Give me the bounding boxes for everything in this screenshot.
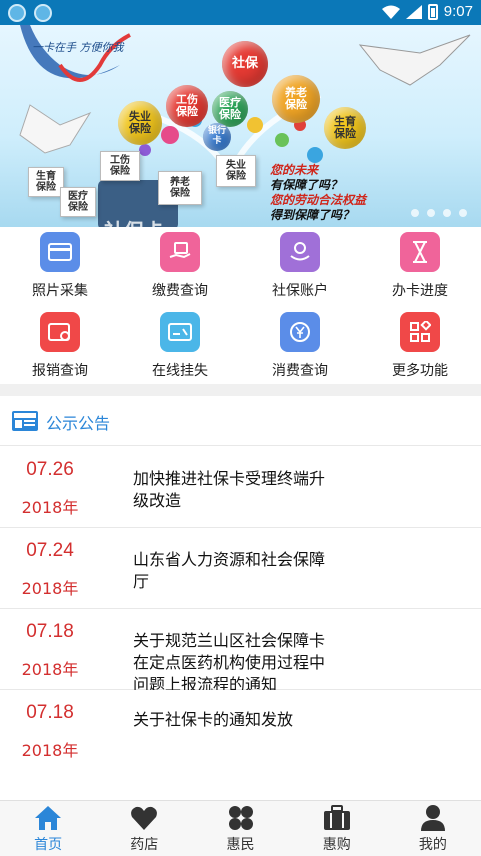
function-grid: 照片采集 缴费查询 社保账户 办卡进度 报销查询 在线挂失 消费查询 更多功能	[0, 227, 481, 384]
signal-icon	[405, 4, 422, 19]
clover-icon	[228, 806, 253, 830]
grid-item-more-functions[interactable]: 更多功能	[360, 307, 480, 385]
banner-card: 养老 保险	[158, 171, 202, 205]
news-date: 07.26	[26, 459, 74, 480]
banner-card: 工伤 保险	[100, 151, 140, 181]
home-icon	[35, 806, 62, 830]
more-grid-icon	[400, 312, 440, 352]
slogan-line: 您的未来	[270, 163, 319, 177]
grid-item-label: 消费查询	[272, 363, 328, 379]
pager-dot[interactable]	[459, 209, 467, 217]
report-loss-icon	[160, 312, 200, 352]
news-item[interactable]: 07.24 2018年 山东省人力资源和社会保障厅	[0, 528, 481, 609]
nav-label: 惠民	[226, 837, 255, 853]
status-time: 9:07	[443, 3, 473, 20]
card-icon	[40, 232, 80, 272]
news-item[interactable]: 07.26 2018年 加快推进社保卡受理终端升级改造	[0, 447, 481, 528]
news-year: 2018年	[21, 660, 79, 679]
slogan-line: 有保障了吗？	[270, 178, 343, 192]
news-year: 2018年	[21, 579, 79, 598]
slogan-line: 得到保障了吗？	[270, 208, 355, 222]
grid-item-label: 更多功能	[392, 363, 448, 379]
banner-card: 医疗 保险	[60, 187, 96, 217]
grid-item-consume-query[interactable]: 消费查询	[240, 307, 360, 385]
banner-bubble: 生育 保险	[324, 107, 366, 149]
grid-item-reimburse-query[interactable]: 报销查询	[0, 307, 120, 385]
hourglass-icon	[400, 232, 440, 272]
banner-card: 生育 保险	[28, 167, 64, 197]
grid-item-social-account[interactable]: 社保账户	[240, 227, 360, 305]
nav-pharmacy[interactable]: 药店	[96, 801, 192, 856]
banner-bubble: 社保	[222, 41, 268, 87]
news-date: 07.18	[26, 621, 74, 642]
app-notification-icon	[34, 4, 52, 22]
banner-bubble: 工伤 保险	[166, 85, 208, 127]
pager-dot[interactable]	[443, 209, 451, 217]
app-notification-icon	[8, 4, 26, 22]
grid-item-report-loss[interactable]: 在线挂失	[120, 307, 240, 385]
section-divider	[0, 384, 481, 396]
battery-icon	[427, 3, 438, 20]
briefcase-icon	[323, 805, 350, 830]
news-title: 加快推进社保卡受理终端升级改造	[133, 469, 326, 510]
grid-item-label: 照片采集	[32, 283, 88, 299]
reimburse-icon	[40, 312, 80, 352]
grid-item-photo-collect[interactable]: 照片采集	[0, 227, 120, 305]
news-date: 07.24	[26, 540, 74, 561]
account-hand-icon	[280, 232, 320, 272]
slogan-line: 您的劳动合法权益	[270, 193, 367, 207]
news-year: 2018年	[21, 741, 79, 760]
news-title: 关于规范兰山区社会保障卡在定点医药机构使用过程中问题上报流程的通知	[133, 631, 326, 694]
news-item[interactable]: 07.18 2018年 关于规范兰山区社会保障卡在定点医药机构使用过程中问题上报…	[0, 609, 481, 694]
notice-header: 公示公告	[0, 396, 481, 446]
pager-dot[interactable]	[427, 209, 435, 217]
banner-bubble: 医疗 保险	[212, 91, 248, 127]
wifi-icon	[381, 5, 400, 19]
notification-icons	[8, 4, 52, 22]
grid-item-card-progress[interactable]: 办卡进度	[360, 227, 480, 305]
bottom-nav: 首页 药店 惠民 惠购 我的	[0, 800, 481, 856]
news-title: 山东省人力资源和社会保障厅	[133, 550, 326, 591]
nav-label: 药店	[130, 837, 159, 853]
banner-bubble: 失业 保险	[118, 101, 162, 145]
banner-bubble: 银行 卡	[203, 123, 231, 151]
news-title: 关于社保卡的通知发放	[133, 710, 294, 729]
news-year: 2018年	[21, 498, 79, 517]
banner-bubble: 养老 保险	[272, 75, 320, 123]
banner-slogan: 您的未来 有保障了吗？ 您的劳动合法权益 得到保障了吗？	[270, 163, 366, 223]
banner-script-text: 一卡在手 方便你我	[32, 41, 124, 54]
grid-item-label: 在线挂失	[152, 363, 208, 379]
nav-label: 惠购	[322, 837, 351, 853]
grid-item-label: 办卡进度	[392, 283, 448, 299]
grid-item-payment-query[interactable]: 缴费查询	[120, 227, 240, 305]
nav-shopping[interactable]: 惠购	[289, 801, 385, 856]
heart-icon	[131, 806, 158, 830]
banner-brand-text: 社保卡	[104, 215, 164, 227]
promo-banner[interactable]: 一卡在手 方便你我 社保 工伤 保险 医疗 保险 养老 保险 失业 保险 生育 …	[0, 25, 481, 227]
nav-benefits[interactable]: 惠民	[192, 801, 288, 856]
news-date: 07.18	[26, 702, 74, 723]
news-icon	[12, 411, 38, 431]
grid-item-label: 社保账户	[272, 283, 328, 299]
user-icon	[420, 805, 445, 831]
yuan-coin-icon	[280, 312, 320, 352]
pager-dot[interactable]	[411, 209, 419, 217]
status-bar: 9:07	[0, 0, 481, 25]
banner-pager-dots[interactable]	[411, 209, 467, 217]
nav-home[interactable]: 首页	[0, 801, 96, 856]
payment-hand-icon	[160, 232, 200, 272]
grid-item-label: 缴费查询	[152, 283, 208, 299]
news-item[interactable]: 07.18 2018年 关于社保卡的通知发放	[0, 690, 481, 771]
grid-item-label: 报销查询	[32, 363, 88, 379]
banner-card: 失业 保险	[216, 155, 256, 187]
nav-mine[interactable]: 我的	[385, 801, 481, 856]
notice-title: 公示公告	[46, 414, 111, 433]
nav-label: 首页	[34, 837, 63, 853]
nav-label: 我的	[418, 837, 447, 853]
